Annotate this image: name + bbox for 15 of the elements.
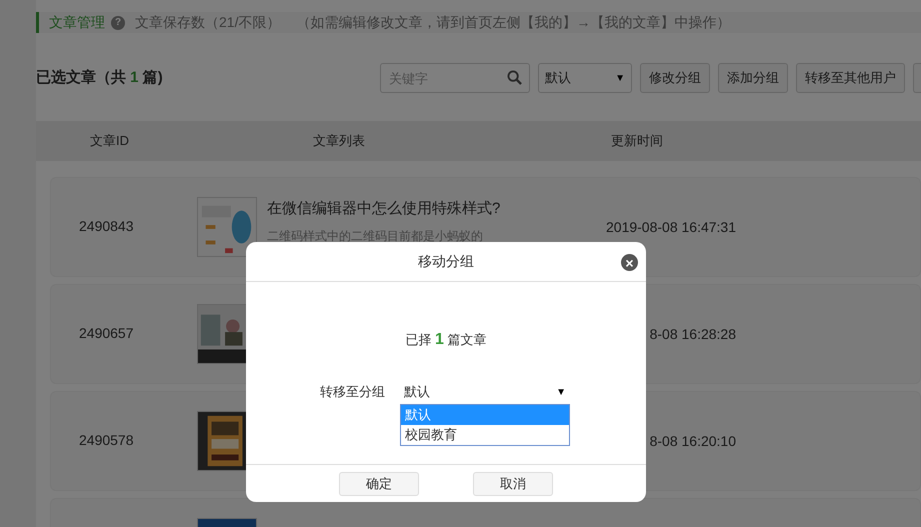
page-title: 文章管理 [49,13,105,32]
selection-summary: 已选文章（共 1 篇) [36,68,163,88]
update-time: 8-08 16:20:10 [650,432,736,450]
article-id: 2490578 [79,432,134,448]
article-id: 2490657 [79,325,134,341]
column-header: 文章ID [90,132,129,150]
dialog-title: 移动分组 [418,252,474,271]
update-time: 8-08 16:28:28 [650,324,736,344]
column-header: 更新时间 [611,132,663,150]
saved-count: 文章保存数（21/不限） [135,13,280,32]
update-time: 2019-08-08 16:47:31 [606,218,736,236]
edit-note: （如需编辑修改文章，请到首页左侧【我的】→【我的文章】中操作） [296,13,730,32]
column-header: 文章列表 [313,132,365,150]
selected-count: 已择 1 篇文章 [405,330,487,350]
article-id: 2490843 [79,218,134,234]
